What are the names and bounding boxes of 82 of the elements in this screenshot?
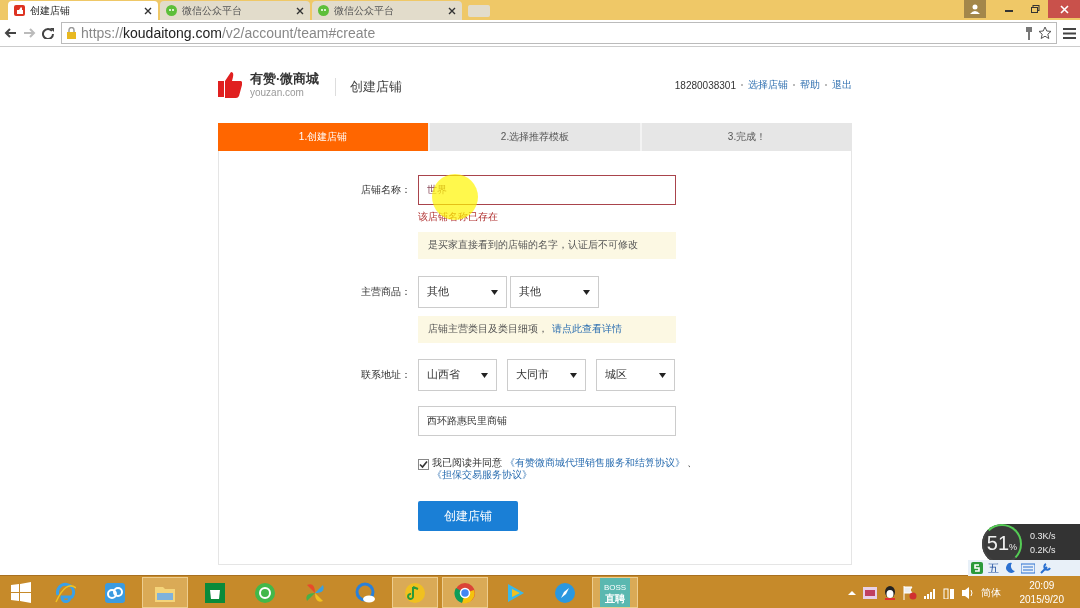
reload-icon[interactable]	[42, 27, 55, 39]
browser-tab[interactable]: 微信公众平台	[160, 1, 310, 20]
field-label: 主营商品：	[360, 285, 411, 299]
download-speed: 0.2K/s	[1030, 544, 1056, 557]
battery-icon[interactable]	[942, 586, 955, 599]
tab-title: 微信公众平台	[182, 3, 243, 18]
address-bar[interactable]: https://koudaitong.com/v2/account/team#create	[61, 22, 1057, 44]
app-icon	[404, 581, 426, 604]
menu-icon[interactable]	[1063, 26, 1076, 40]
show-hidden-icons[interactable]	[847, 589, 856, 596]
penguin-icon[interactable]	[883, 585, 896, 600]
browser-tab[interactable]: 微信公众平台	[312, 1, 462, 20]
app-icon	[54, 581, 76, 604]
header-link[interactable]: 帮助	[800, 78, 820, 92]
agreement-link[interactable]: 《有赞微商城代理销售服务和结算协议》	[504, 457, 685, 468]
field-label: 店铺名称：	[360, 183, 411, 197]
thumbs-up-logo	[218, 71, 242, 99]
forward-icon[interactable]	[23, 27, 36, 39]
dropdown-arrow-icon	[481, 372, 488, 378]
tray-app-icon[interactable]	[862, 586, 877, 599]
dropdown-arrow-icon	[659, 372, 666, 378]
app-icon	[354, 581, 376, 604]
wrench-icon[interactable]	[1040, 562, 1052, 574]
chat-icon	[166, 5, 177, 16]
app-icon	[304, 581, 326, 604]
close-icon[interactable]	[448, 6, 456, 15]
dropdown-arrow-icon	[583, 289, 590, 295]
select-dropdown[interactable]: 山西省	[418, 359, 497, 391]
account-phone: 18280038301	[674, 79, 736, 91]
lock-icon	[66, 27, 77, 39]
hint-text: 店铺主营类目及类目细项，	[428, 323, 548, 336]
app-icon	[554, 581, 576, 604]
input-field[interactable]: 西环路惠民里商铺	[418, 406, 676, 436]
chat-icon	[318, 5, 329, 16]
create-shop-button[interactable]: 创建店铺	[418, 501, 518, 531]
browser-tab[interactable]: 创建店铺	[8, 1, 158, 20]
header-link[interactable]: 选择店铺	[748, 78, 788, 92]
app-logo: BOSS 直聘	[600, 578, 630, 607]
back-icon[interactable]	[4, 27, 17, 39]
app-icon	[454, 581, 476, 604]
thumbs-up-icon	[14, 5, 25, 16]
page-title: 创建店铺	[335, 78, 403, 96]
step-tab[interactable]: 3.完成！	[640, 123, 852, 151]
agreement-link[interactable]: 《担保交易服务协议》	[432, 469, 532, 480]
hint-text: 是买家直接看到的店铺的名字，认证后不可修改	[418, 232, 676, 259]
logo-title: 有赞·微商城	[250, 72, 320, 87]
dropdown-arrow-icon	[570, 372, 577, 378]
dropdown-arrow-icon	[491, 289, 498, 295]
ime-logo[interactable]	[971, 562, 983, 574]
select-dropdown[interactable]: 其他	[510, 276, 599, 308]
windows-logo[interactable]	[11, 582, 31, 603]
step-tab[interactable]: 2.选择推荐模板	[428, 123, 640, 151]
app-icon	[104, 581, 126, 604]
select-dropdown[interactable]: 其他	[418, 276, 507, 308]
keyboard-icon[interactable]	[1021, 562, 1035, 574]
url-text: https://koudaitong.com/v2/account/team#create	[81, 25, 377, 41]
header-link[interactable]: 退出	[832, 78, 852, 92]
close-icon[interactable]	[144, 6, 152, 15]
signal-icon[interactable]	[923, 586, 936, 599]
select-dropdown[interactable]: 城区	[596, 359, 675, 391]
taskbar-app[interactable]	[392, 577, 438, 608]
key-icon[interactable]	[1024, 26, 1034, 40]
tab-title: 微信公众平台	[334, 3, 395, 18]
details-link[interactable]: 请点此查看详情	[552, 323, 622, 336]
star-icon[interactable]	[1038, 26, 1052, 40]
agreement-text: 我已阅读并同意 《有赞微商城代理销售服务和结算协议》 、 《担保交易服务协议》	[432, 457, 699, 481]
flag-icon[interactable]	[902, 585, 917, 600]
field-label: 联系地址：	[360, 368, 411, 382]
moon-icon[interactable]	[1004, 562, 1016, 574]
checkbox[interactable]	[418, 459, 429, 470]
logo-subtitle: youzan.com	[250, 86, 305, 98]
user-icon[interactable]	[970, 4, 980, 14]
upload-speed: 0.3K/s	[1030, 530, 1056, 543]
close-icon[interactable]	[296, 6, 304, 15]
taskbar-app[interactable]	[442, 577, 488, 608]
checkmark-icon	[419, 460, 428, 469]
volume-icon[interactable]	[961, 585, 974, 600]
app-icon	[204, 581, 226, 604]
restore-icon[interactable]	[1030, 5, 1040, 13]
tab-title: 创建店铺	[30, 3, 71, 18]
select-dropdown[interactable]: 大同市	[507, 359, 586, 391]
app-icon	[254, 581, 276, 604]
